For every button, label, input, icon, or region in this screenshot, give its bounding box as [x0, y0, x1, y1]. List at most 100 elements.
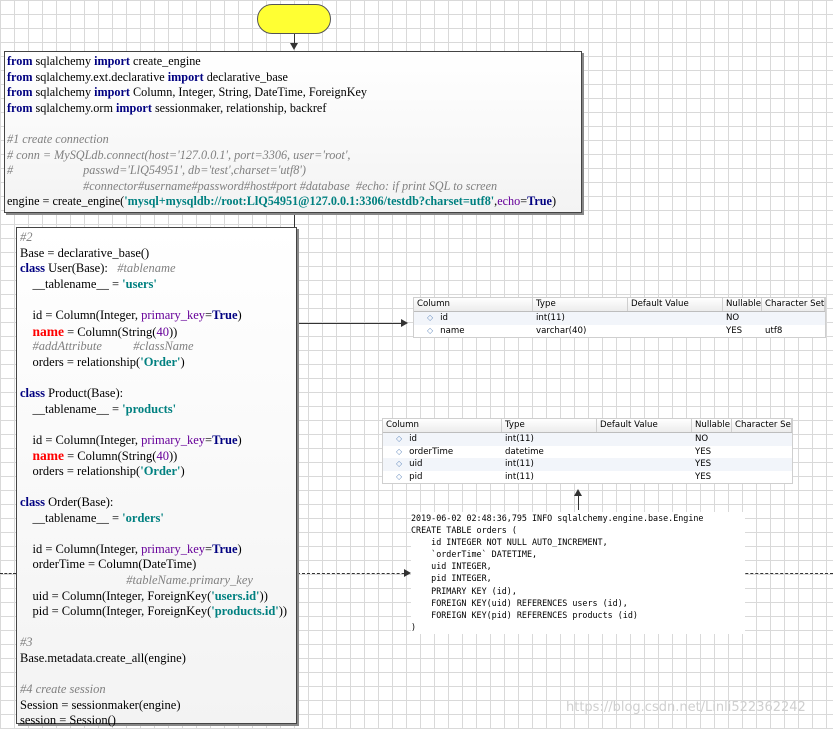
table-row: ◇ orderTime datetime YES: [383, 446, 792, 459]
code-token: Column, Integer, String, DateTime, Forei…: [130, 85, 368, 100]
code-token: #addAttribute #className: [20, 339, 194, 354]
log-line: 2019-06-02 02:48:36,795 INFO sqlalchemy.…: [411, 513, 704, 523]
code-token: =: [205, 307, 213, 322]
code-block-imports-engine: from sqlalchemy import create_engine from…: [4, 51, 582, 213]
code-token: session = Session(): [20, 713, 116, 728]
code-line: from sqlalchemy import create_engine: [7, 54, 581, 70]
code-token: engine = create_engine(: [7, 194, 125, 209]
table-cell: [597, 471, 692, 484]
code-token: )): [168, 449, 178, 464]
table-cell: [732, 446, 792, 459]
code-token: pid = Column(Integer, ForeignKey(: [20, 604, 212, 619]
table-header: Column Type Default Value Nullable Character…: [383, 419, 792, 433]
code-token: 'mysql+mysqldb://root:LlQ54951@127.0.0.1…: [124, 194, 495, 209]
code-token: 'orders': [122, 510, 164, 525]
table-cell: YES: [695, 459, 712, 469]
code-token: import: [116, 100, 152, 115]
code-line: #tableName.primary_key: [20, 573, 296, 589]
code-token: ): [237, 432, 242, 447]
table-cell: int(11): [536, 313, 565, 323]
table-cell: utf8: [765, 325, 783, 336]
table-row: ◇ uid int(11) YES: [383, 458, 792, 471]
code-line: uid = Column(Integer, ForeignKey('users.…: [20, 589, 296, 605]
code-token: #1 create connection: [7, 131, 109, 146]
column-name: name: [440, 325, 465, 336]
code-line: orderTime = Column(DateTime): [20, 557, 296, 573]
code-token: ): [237, 307, 242, 322]
code-token: #2: [20, 230, 33, 244]
code-token: 'products': [122, 401, 177, 416]
sql-create-log: 2019-06-02 02:48:36,795 INFO sqlalchemy.…: [411, 512, 745, 634]
code-token: class: [20, 385, 45, 400]
code-token: 'users.id': [211, 588, 260, 603]
code-line: session = Session(): [20, 713, 296, 729]
code-token: create_engine: [130, 54, 201, 68]
code-line: Base = declarative_base(): [20, 246, 296, 262]
code-token: id = Column(Integer,: [20, 541, 142, 556]
code-token: ): [180, 354, 185, 369]
code-token: orders = relationship(: [20, 354, 141, 369]
log-line: pid INTEGER,: [411, 573, 492, 584]
code-line: __tablename__ = 'orders': [20, 511, 296, 527]
code-token: Base = declarative_base(): [20, 245, 150, 260]
code-token: sqlalchemy: [32, 85, 95, 100]
code-token: 'Order': [140, 354, 181, 369]
log-line: PRIMARY KEY (id),: [411, 585, 517, 596]
column-diamond-icon: ◇: [427, 313, 434, 322]
code-token: class: [20, 495, 45, 510]
code-block-models-session: #2 Base = declarative_base() class User(Ba…: [16, 227, 297, 727]
code-token: Product(Base):: [45, 385, 124, 400]
code-token: orders = relationship(: [20, 463, 141, 478]
code-token: orderTime = Column(DateTime): [20, 557, 197, 572]
table-cell: [732, 458, 792, 471]
table-cell: int(11): [505, 459, 534, 469]
code-line: id = Column(Integer, primary_key=True): [20, 308, 296, 324]
table-header: Column Type Default Value Nullable Character…: [414, 298, 825, 312]
table-cell: [762, 312, 825, 325]
code-token: sessionmaker, relationship, backref: [151, 100, 327, 115]
code-token: import: [94, 85, 130, 100]
code-line: orders = relationship('Order'): [20, 464, 296, 480]
users-table-structure: Column Type Default Value Nullable Character…: [413, 297, 826, 338]
column-diamond-icon: ◇: [396, 434, 403, 443]
code-token: ): [180, 463, 185, 478]
column-header: Character Set: [762, 298, 825, 311]
column-name: id: [409, 434, 417, 444]
code-token: #tableName.primary_key: [20, 573, 253, 588]
table-cell: datetime: [505, 446, 544, 457]
code-line: pid = Column(Integer, ForeignKey('produc…: [20, 604, 296, 620]
code-line: #3: [20, 635, 296, 651]
code-line: orders = relationship('Order'): [20, 355, 296, 371]
table-cell: [597, 433, 692, 446]
table-row: ◇ pid int(11) YES: [383, 471, 792, 484]
table-cell: [597, 458, 692, 471]
table-cell: NO: [726, 313, 740, 323]
code-token: from: [7, 100, 33, 115]
code-token: =: [205, 541, 213, 556]
code-line: id = Column(Integer, primary_key=True): [20, 542, 296, 558]
code-token: Order(Base):: [45, 495, 114, 510]
table-row: ◇ name varchar(40) YES utf8: [414, 325, 825, 338]
column-diamond-icon: ◇: [396, 446, 403, 456]
column-name: orderTime: [409, 446, 454, 457]
code-token: ): [237, 541, 242, 556]
code-token: primary_key: [141, 432, 205, 447]
table-cell: [732, 471, 792, 484]
code-token: import: [167, 69, 204, 84]
column-name: pid: [409, 471, 423, 482]
table-row: ◇ id int(11) NO: [383, 433, 792, 446]
column-header: Default Value: [597, 419, 692, 432]
code-token: name: [32, 448, 65, 464]
code-line: class User(Base): #tablename: [20, 261, 296, 277]
code-line: class Order(Base):: [20, 495, 296, 511]
table-cell: [628, 325, 723, 338]
code-token: True: [527, 194, 552, 209]
